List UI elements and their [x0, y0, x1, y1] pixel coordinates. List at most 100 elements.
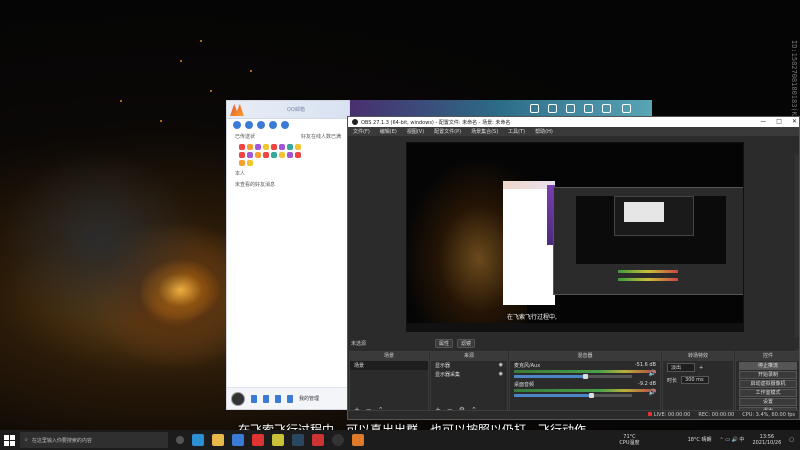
contacts-icon[interactable] [233, 121, 241, 129]
home-icon[interactable] [548, 104, 557, 113]
source-item[interactable]: 显示器 ◉ [431, 361, 507, 370]
qq-row-left: 已传送状 [235, 134, 256, 140]
preview-meter [618, 270, 678, 273]
mic-icon[interactable] [263, 394, 269, 403]
mixer-channel: 桌面音频 -9.2 dB 🔊 [510, 380, 660, 399]
chat-icon[interactable] [245, 121, 253, 129]
add-icon[interactable]: + [699, 365, 703, 371]
desktop: ID:1582708180183(K) QQ邮箱 已传送状 好友在线人数已满 本… [0, 0, 800, 450]
notification-icon[interactable]: ▢ [789, 437, 794, 443]
source-item[interactable]: 显示器采集 ◉ [431, 370, 507, 379]
mixer-title: 混音器 [510, 352, 660, 361]
filters-button[interactable]: 滤镜 [457, 338, 476, 348]
channel-name: 桌面音频 [514, 382, 535, 388]
start-recording-button[interactable]: 开始录制 [739, 371, 797, 379]
transition-select[interactable]: 淡出 [667, 363, 695, 372]
sources-title: 来源 [431, 352, 507, 361]
channel-db: -9.2 dB [638, 381, 656, 387]
eye-icon[interactable]: ◉ [499, 362, 503, 369]
no-source-label: 未选源 [351, 340, 367, 347]
menu-scene-collection[interactable]: 场景集合(S) [471, 128, 498, 135]
tray-icons[interactable]: ⌃ ▭ 🔊 中 [720, 437, 745, 443]
channel-db: -51.6 dB [634, 362, 656, 368]
grid-icon[interactable] [566, 104, 575, 113]
app-icon[interactable] [352, 434, 364, 446]
virtual-camera-button[interactable]: 启动虚拟摄像机 [739, 380, 797, 388]
qq-window: QQ邮箱 已传送状 好友在线人数已满 本人 未查看的好友消息 我的管理 [226, 100, 350, 410]
qq-bottom-label[interactable]: 我的管理 [299, 395, 319, 402]
level-meter [514, 389, 656, 392]
netease-icon[interactable] [252, 434, 264, 446]
cpu-temp-widget[interactable]: 71°C CPU温度 [619, 434, 639, 446]
speaker-icon[interactable]: 🔊 [649, 389, 656, 396]
settings-button[interactable]: 设置 [739, 398, 797, 406]
search-placeholder: 在这里输入你要搜索的内容 [31, 437, 92, 444]
menu-edit[interactable]: 编辑(E) [380, 128, 397, 135]
edge-icon[interactable] [192, 434, 204, 446]
start-button[interactable] [0, 430, 18, 450]
volume-icon[interactable] [251, 394, 257, 403]
close-button[interactable]: ✕ [792, 118, 797, 125]
menu-view[interactable]: 视图(V) [407, 128, 424, 135]
location-icon[interactable] [257, 121, 265, 129]
qq-header: QQ邮箱 [227, 101, 349, 119]
mail-icon[interactable] [269, 121, 277, 129]
car-icon[interactable] [584, 104, 593, 113]
preview-nested-obs [553, 187, 743, 295]
scenes-title: 场景 [350, 352, 428, 361]
channel-name: 麦克风/Aux [514, 363, 541, 369]
menu-icon[interactable] [622, 104, 631, 113]
settings-icon[interactable] [287, 394, 293, 403]
app-icon[interactable] [312, 434, 324, 446]
window-icon[interactable] [530, 104, 539, 113]
menu-file[interactable]: 文件(F) [353, 128, 370, 135]
steam-icon[interactable] [292, 434, 304, 446]
qq-toolbar [227, 119, 349, 131]
file-icon[interactable] [275, 394, 281, 403]
qq-contact-row[interactable]: 本人 [227, 168, 349, 179]
menu-profile[interactable]: 配置文件(P) [434, 128, 461, 135]
side-watermark: ID:1582708180183(K) [790, 40, 798, 121]
qq-pending-row[interactable]: 未查看的好友消息 [227, 179, 349, 190]
qq-row-status: 已传送状 好友在线人数已满 [227, 131, 349, 142]
avatar[interactable] [231, 391, 245, 406]
properties-button[interactable]: 属性 [435, 338, 454, 348]
menu-tools[interactable]: 工具(T) [508, 128, 525, 135]
taskbar-search[interactable]: ⌕ 在这里输入你要搜索的内容 [20, 432, 168, 448]
search-icon[interactable] [281, 121, 289, 129]
mail-icon[interactable] [602, 104, 611, 113]
explorer-icon[interactable] [212, 434, 224, 446]
rec-status: REC: 00:00:00 [698, 412, 735, 418]
obs-menubar: 文件(F) 编辑(E) 视图(V) 配置文件(P) 场景集合(S) 工具(T) … [348, 127, 799, 136]
scene-item[interactable]: 场景 [350, 361, 428, 370]
minimize-button[interactable]: — [760, 118, 766, 125]
mixer-dock: 混音器 麦克风/Aux -51.6 dB 🔊 桌面音频 -9.2 dB 🔊 [509, 351, 661, 416]
studio-mode-button[interactable]: 工作室模式 [739, 389, 797, 397]
volume-slider[interactable] [514, 393, 632, 398]
obs-icon[interactable] [332, 434, 344, 446]
qq-status-hint: QQ邮箱 [287, 107, 305, 113]
controls-title: 控件 [736, 352, 799, 361]
obs-preview-canvas[interactable]: 在飞索飞行过程中, [406, 142, 744, 332]
preview-taskbar [407, 323, 743, 331]
windows-logo-icon [3, 434, 15, 446]
task-view-icon[interactable] [176, 436, 184, 444]
stop-streaming-button[interactable]: 停止推流 [739, 362, 797, 370]
live-status: LIVE: 00:00:00 [647, 412, 690, 418]
app-icon[interactable] [272, 434, 284, 446]
maximize-button[interactable]: □ [776, 118, 782, 125]
obs-titlebar[interactable]: OBS 27.1.3 (64-bit, windows) - 配置文件: 未命名… [348, 117, 799, 127]
source-item-label: 显示器采集 [435, 372, 461, 378]
mixer-channel: 麦克风/Aux -51.6 dB 🔊 [510, 361, 660, 380]
level-meter [514, 370, 656, 373]
volume-slider[interactable] [514, 374, 632, 379]
store-icon[interactable] [232, 434, 244, 446]
clock[interactable]: 13:56 2021/10/26 [752, 434, 781, 446]
transitions-title: 转场特效 [663, 352, 733, 361]
speaker-icon[interactable]: 🔊 [649, 370, 656, 377]
duration-input[interactable]: 300 ms [681, 376, 710, 384]
preview-subtitle: 在飞索飞行过程中, [507, 314, 557, 321]
menu-help[interactable]: 帮助(H) [535, 128, 553, 135]
eye-icon[interactable]: ◉ [499, 371, 503, 378]
weather-widget[interactable]: 18°C 晴朗 [688, 437, 712, 443]
